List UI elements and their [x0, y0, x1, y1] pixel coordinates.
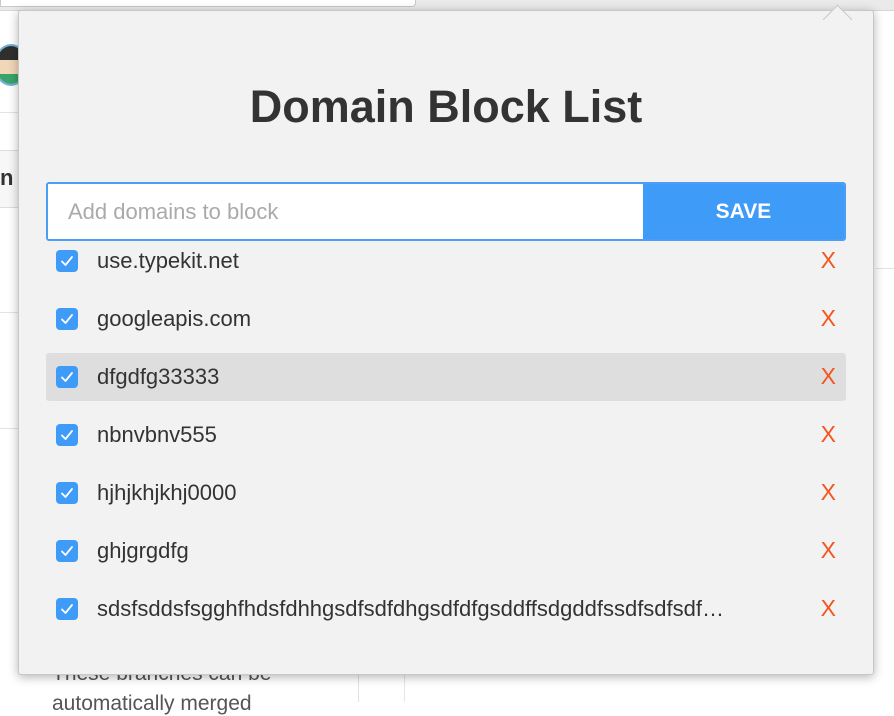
- domain-name: ghjgrgdfg: [97, 538, 189, 563]
- browser-address-bar[interactable]: [0, 0, 416, 7]
- checkmark-icon: [61, 372, 73, 382]
- domain-name: sdsfsddsfsgghfhdsfdhhgsdfsdfdhgsdfdfgsdd…: [97, 596, 724, 621]
- divider: [0, 112, 18, 113]
- remove-domain-button[interactable]: X: [821, 247, 836, 273]
- domain-name: nbnvbnv555: [97, 422, 217, 447]
- domain-checkbox[interactable]: [56, 482, 78, 504]
- domain-checkbox[interactable]: [56, 366, 78, 388]
- list-item: dfgdfg33333 X: [46, 353, 846, 401]
- domain-name: googleapis.com: [97, 306, 252, 331]
- domain-block-popup: Domain Block List SAVE use.typekit.net Xg…: [18, 4, 874, 675]
- list-item: nbnvbnv555 X: [46, 411, 846, 459]
- branch-dropdown[interactable]: n: [0, 150, 18, 208]
- checkmark-icon: [61, 430, 73, 440]
- divider: [0, 428, 18, 429]
- remove-domain-button[interactable]: X: [821, 305, 836, 331]
- list-item: sdsfsddsfsgghfhdsfdhhgsdfsdfdhgsdfdfgsdd…: [46, 585, 846, 633]
- divider: [0, 312, 18, 313]
- remove-domain-button[interactable]: X: [821, 479, 836, 505]
- remove-domain-button[interactable]: X: [821, 537, 836, 563]
- merge-status-text-2: automatically merged: [52, 692, 252, 715]
- branch-dropdown-label: n: [0, 165, 14, 190]
- domain-list: use.typekit.net Xgoogleapis.com Xdfgdfg333…: [46, 237, 846, 643]
- domain-checkbox[interactable]: [56, 540, 78, 562]
- domain-checkbox[interactable]: [56, 424, 78, 446]
- checkmark-icon: [61, 488, 73, 498]
- list-item: googleapis.com X: [46, 295, 846, 343]
- checkmark-icon: [61, 314, 73, 324]
- divider: [876, 268, 894, 269]
- list-item: hjhjkhjkhj0000 X: [46, 469, 846, 517]
- domain-name: dfgdfg33333: [97, 364, 220, 389]
- domain-name: use.typekit.net: [97, 248, 239, 273]
- remove-domain-button[interactable]: X: [821, 363, 836, 389]
- checkmark-icon: [61, 546, 73, 556]
- checkmark-icon: [61, 256, 73, 266]
- list-item: use.typekit.net X: [46, 237, 846, 285]
- domain-input[interactable]: [48, 184, 643, 239]
- domain-checkbox[interactable]: [56, 250, 78, 272]
- remove-domain-button[interactable]: X: [821, 421, 836, 447]
- remove-domain-button[interactable]: X: [821, 595, 836, 621]
- add-domain-form: SAVE: [46, 182, 846, 241]
- save-button[interactable]: SAVE: [643, 184, 844, 239]
- popup-arrow: [822, 4, 853, 35]
- checkmark-icon: [61, 604, 73, 614]
- domain-checkbox[interactable]: [56, 308, 78, 330]
- page-title: Domain Block List: [249, 81, 643, 132]
- domain-checkbox[interactable]: [56, 598, 78, 620]
- list-item: ghjgrgdfg X: [46, 527, 846, 575]
- domain-name: hjhjkhjkhj0000: [97, 480, 237, 505]
